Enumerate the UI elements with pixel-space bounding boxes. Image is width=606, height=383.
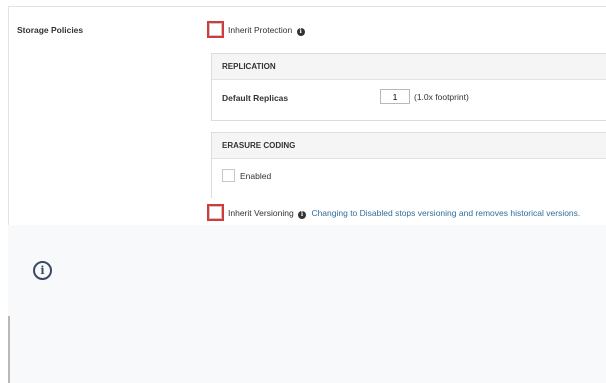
left-edge-strip bbox=[8, 316, 10, 383]
lower-content-area bbox=[8, 225, 606, 383]
info-circle-icon: i bbox=[33, 261, 52, 280]
erasure-coding-enabled-label: Enabled bbox=[240, 171, 272, 181]
info-icon[interactable]: i bbox=[296, 28, 305, 36]
erasure-coding-panel: ERASURE CODING Enabled bbox=[211, 132, 606, 198]
inherit-protection-row: Inherit Protection i bbox=[228, 25, 305, 36]
replication-panel: REPLICATION Default Replicas (1.0x footp… bbox=[211, 53, 606, 121]
replication-body: Default Replicas (1.0x footprint) bbox=[212, 80, 606, 118]
versioning-warning-text: Changing to Disabled stops versioning an… bbox=[311, 208, 581, 218]
inherit-versioning-checkbox[interactable] bbox=[207, 204, 224, 221]
replication-header: REPLICATION bbox=[212, 54, 606, 80]
inherit-protection-label: Inherit Protection bbox=[228, 25, 293, 35]
footprint-hint: (1.0x footprint) bbox=[414, 92, 469, 102]
inherit-versioning-label: Inherit Versioning bbox=[228, 208, 294, 218]
erasure-coding-enabled-checkbox[interactable] bbox=[222, 169, 235, 182]
default-replicas-input[interactable] bbox=[380, 89, 410, 104]
section-title: Storage Policies bbox=[17, 25, 84, 35]
info-icon[interactable]: i bbox=[298, 211, 307, 219]
inherit-protection-checkbox[interactable] bbox=[207, 21, 224, 38]
default-replicas-label: Default Replicas bbox=[222, 93, 289, 103]
erasure-coding-body: Enabled bbox=[212, 159, 606, 197]
inherit-versioning-row: Inherit Versioning i Changing to Disable… bbox=[228, 208, 580, 219]
erasure-coding-header: ERASURE CODING bbox=[212, 133, 606, 159]
